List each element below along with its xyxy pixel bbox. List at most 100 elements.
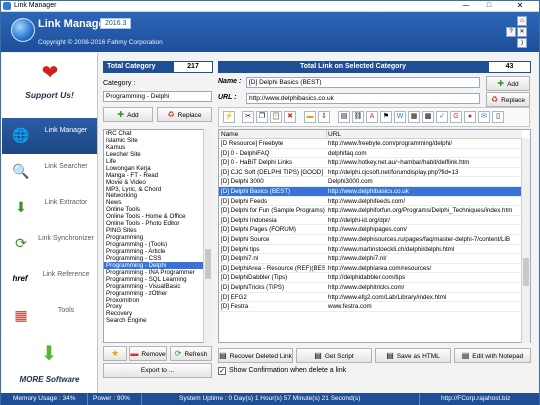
mail-icon[interactable]: ✉ xyxy=(478,111,490,123)
table-row[interactable]: [D] DelphiTricks (TIPS) http://www.delphi… xyxy=(219,283,522,293)
remove-category-button[interactable]: ▬ Remove xyxy=(129,346,167,361)
table-row[interactable]: [D] DelphiArea - Resource (REF)(BEST) htt… xyxy=(219,264,522,274)
sidebar-item-link-synchronizer[interactable]: ⟳ Link Synchronizer xyxy=(2,226,97,262)
pdf-icon[interactable]: A xyxy=(366,111,378,123)
flag-icon[interactable]: ⚑ xyxy=(380,111,392,123)
category-input[interactable]: Programming - Delphi xyxy=(103,91,212,102)
save-html-button[interactable]: ▤ Save as HTML xyxy=(375,348,451,363)
website-link[interactable]: http://FCorp.rajahost.biz xyxy=(441,393,510,405)
category-list-item[interactable]: Manga - FT - Read xyxy=(104,172,211,179)
table-row[interactable]: [D] Delphi Source http://www.delphisource… xyxy=(219,235,522,245)
copy-icon[interactable]: ❐ xyxy=(256,111,268,123)
column-header-name[interactable]: Name xyxy=(221,130,238,139)
table-row[interactable]: [D] CJC Soft (DELPHI TIPS) [GOOD] http://… xyxy=(219,168,522,178)
category-list-item[interactable]: Proxomitron xyxy=(104,297,211,304)
category-list-item[interactable]: Search Engine xyxy=(104,317,211,324)
replace-link-button[interactable]: ♻ Replace xyxy=(486,92,530,107)
category-list-item[interactable]: Lowongan Kerja xyxy=(104,165,211,172)
category-list-item[interactable]: Recovery xyxy=(104,310,211,317)
google-icon[interactable]: G xyxy=(450,111,462,123)
confirm-delete-checkbox[interactable]: ✓ xyxy=(218,367,226,375)
new-icon[interactable]: ▤ xyxy=(338,111,350,123)
category-list-item[interactable]: Programming - CSS xyxy=(104,255,211,262)
close-button[interactable]: ✕ xyxy=(502,1,538,11)
sidebar-item-link-extractor[interactable]: ⬇ Link Extractor xyxy=(2,190,97,226)
scrollbar-thumb[interactable] xyxy=(523,258,529,286)
table-row[interactable]: [D] Delphi 3000 Delphi3000.com xyxy=(219,177,522,187)
import-icon[interactable]: ⇩ xyxy=(318,111,330,123)
category-list-item[interactable]: Programming - zOther xyxy=(104,290,211,297)
get-script-button[interactable]: ▤ Get Script xyxy=(296,348,372,363)
table-row[interactable]: [D] Delphi Indonesia http://delphi-id.org… xyxy=(219,216,522,226)
category-list-item[interactable]: MP3, Lyric, & Chord xyxy=(104,186,211,193)
sidebar-item-tools[interactable]: ▦ Tools xyxy=(2,298,97,334)
name-input[interactable]: [D] Delphi Basics (BEST) xyxy=(246,77,480,88)
column-header-url[interactable]: URL xyxy=(328,130,341,139)
qr-icon[interactable]: ▩ xyxy=(422,111,434,123)
category-list-item[interactable]: Online Tools - Home & Office xyxy=(104,213,211,220)
category-list-item[interactable]: Movie & Video xyxy=(104,179,211,186)
table-row[interactable]: [D] 0 - HaBiT Delphi Links http://www.hot… xyxy=(219,158,522,168)
link-icon[interactable]: ⛓ xyxy=(352,111,364,123)
column-separator[interactable] xyxy=(326,130,327,139)
maximize-button[interactable]: □ xyxy=(479,2,499,9)
category-list-item[interactable]: Proxy xyxy=(104,303,211,310)
category-list-item[interactable]: Islamic Site xyxy=(104,137,211,144)
edit-notepad-button[interactable]: ▤ Edit with Notepad xyxy=(454,348,531,363)
page-icon[interactable]: ▯ xyxy=(492,111,504,123)
table-row[interactable]: [D] Delphi Basics (BEST) http://www.delph… xyxy=(219,187,522,197)
link-grid[interactable]: Name URL [D Resource] Freebyte http://www… xyxy=(218,129,531,343)
category-list-item[interactable]: Programming - SQL Learning xyxy=(104,276,211,283)
category-list-item[interactable]: Programming - Article xyxy=(104,248,211,255)
sidebar-item-link-manager[interactable]: 🌐 Link Manager xyxy=(2,118,97,154)
category-list-item[interactable]: Programming - INA Programmer xyxy=(104,269,211,276)
export-button[interactable]: Export to ... xyxy=(103,363,212,378)
table-row[interactable]: [D] Festra www.festra.com xyxy=(219,302,522,312)
favorite-button[interactable]: ★ xyxy=(103,346,127,361)
add-category-button[interactable]: ✚ Add xyxy=(103,107,153,122)
delete-icon[interactable]: ✖ xyxy=(284,111,296,123)
table-row[interactable]: [D] 0 - DelphiFAQ delphifaq.com xyxy=(219,149,522,159)
rss-icon[interactable]: ) xyxy=(517,38,527,48)
close-icon[interactable]: ✕ xyxy=(517,27,527,37)
sidebar-item-link-reference[interactable]: href Link Reference xyxy=(2,262,97,298)
lightning-icon[interactable]: ⚡ xyxy=(223,111,235,123)
category-list-item[interactable]: Leecher Site xyxy=(104,151,211,158)
category-list[interactable]: IRC Chat Islamic Site Kamus Leecher Site Lif… xyxy=(103,129,212,343)
support-us-button[interactable]: ❤ Support Us! xyxy=(2,53,97,115)
replace-category-button[interactable]: ♻ Replace xyxy=(157,107,212,122)
scrollbar-thumb[interactable] xyxy=(205,249,211,279)
table-row[interactable]: [D] Delphi Feeds http://www.delphifeeds.c… xyxy=(219,197,522,207)
home-icon[interactable]: ⌂ xyxy=(517,16,527,26)
category-list-item[interactable]: Networking xyxy=(104,192,211,199)
category-list-item[interactable]: PING Sites xyxy=(104,227,211,234)
stop-icon[interactable]: ● xyxy=(464,111,476,123)
check-icon[interactable]: ✓ xyxy=(436,111,448,123)
category-list-item[interactable]: Programming xyxy=(104,234,211,241)
category-list-item[interactable]: Life xyxy=(104,158,211,165)
table-row[interactable]: [D Resource] Freebyte http://www.freebyte… xyxy=(219,139,522,149)
word-icon[interactable]: W xyxy=(394,111,406,123)
category-list-scrollbar[interactable] xyxy=(203,129,212,343)
recover-deleted-link-button[interactable]: ▤ Recover Deleted Link xyxy=(218,348,293,363)
minimize-button[interactable]: — xyxy=(456,2,476,9)
sidebar-item-link-searcher[interactable]: 🔍 Link Searcher xyxy=(2,154,97,190)
category-list-item[interactable]: Programming - Delphi xyxy=(104,261,211,269)
url-input[interactable]: http://www.delphibasics.co.uk xyxy=(246,93,480,104)
table-row[interactable]: [D] EFG2 http://www.efg2.com/Lab/Library/… xyxy=(219,293,522,303)
category-list-item[interactable]: News xyxy=(104,199,211,206)
category-list-item[interactable]: Programming - (Tools) xyxy=(104,241,211,248)
table-row[interactable]: [D] Delphi Pages (FORUM) http://www.delph… xyxy=(219,225,522,235)
category-list-item[interactable]: Kamus xyxy=(104,144,211,151)
link-grid-scrollbar[interactable] xyxy=(521,138,530,343)
add-link-button[interactable]: ✚ Add xyxy=(486,76,530,91)
category-list-item[interactable]: Programming - VisualBasic xyxy=(104,283,211,290)
doc-icon[interactable]: ▦ xyxy=(408,111,420,123)
table-row[interactable]: [D] Delphi tips http://www.martinstoeckli… xyxy=(219,245,522,255)
category-list-item[interactable]: Online Tools - Photo Editor xyxy=(104,220,211,227)
paste-icon[interactable]: 📋 xyxy=(270,111,282,123)
folder-icon[interactable]: ▬ xyxy=(304,111,316,123)
cut-icon[interactable]: ✂ xyxy=(242,111,254,123)
table-row[interactable]: [D] DelphiDabbler (Tips) http://delphidab… xyxy=(219,273,522,283)
more-software-button[interactable]: ⬇ MORE Software xyxy=(2,335,97,393)
